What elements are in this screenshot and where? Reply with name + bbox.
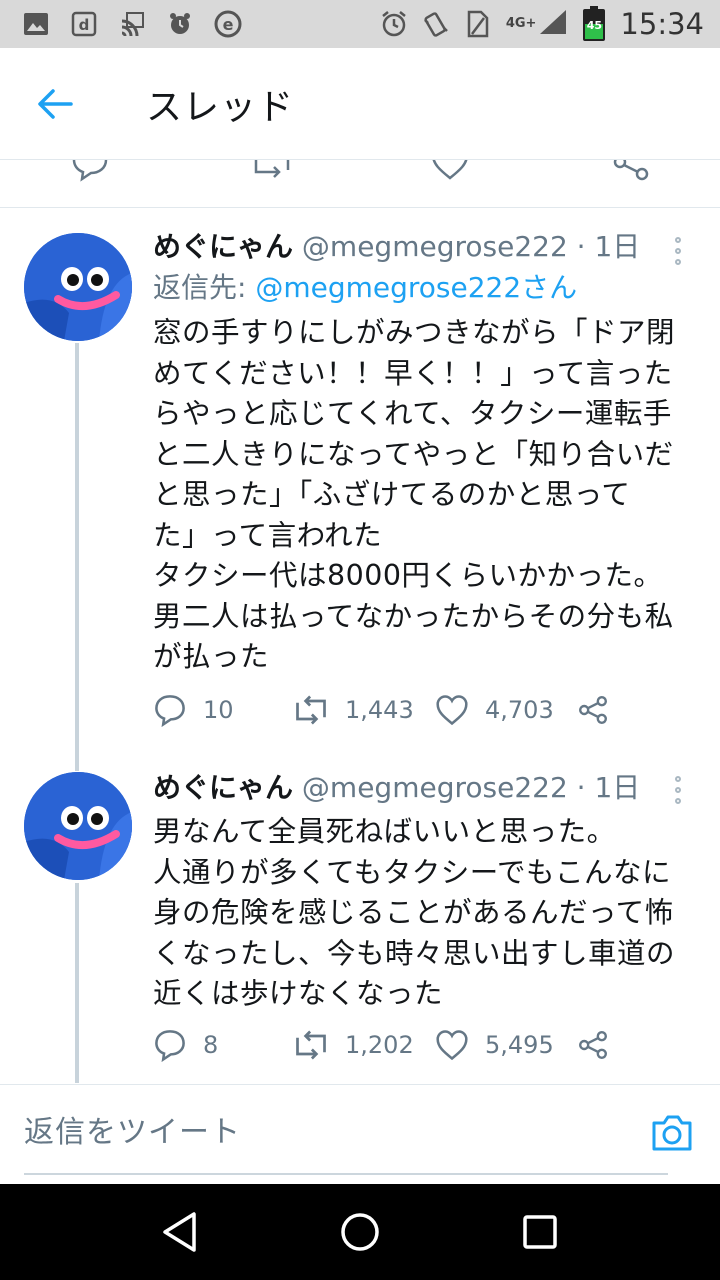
more-button[interactable] (658, 231, 698, 271)
svg-text:d: d (79, 16, 90, 34)
reply-count: 8 (203, 1031, 219, 1059)
retweet-button[interactable]: 1,443 (293, 693, 435, 727)
like-icon[interactable] (430, 160, 470, 182)
alarm-clock-icon (380, 10, 408, 38)
vibrate-icon (422, 10, 450, 38)
svg-text:e: e (223, 15, 234, 34)
reply-to-handle[interactable]: @megmegrose222さん (255, 271, 577, 304)
reply-icon[interactable] (70, 160, 110, 182)
author-handle[interactable]: @megmegrose222 (302, 771, 568, 804)
reply-input[interactable]: 返信をツイート (24, 1085, 668, 1175)
like-count: 4,703 (485, 696, 554, 724)
like-count: 5,495 (485, 1031, 554, 1059)
battery-level: 45 (586, 19, 603, 32)
retweet-icon (296, 1030, 326, 1060)
tweet-time: · 1日 (576, 230, 641, 263)
status-time: 15:34 (620, 7, 704, 41)
reply-button[interactable]: 10 (153, 693, 293, 727)
author-handle[interactable]: @megmegrose222 (302, 230, 568, 263)
tweet-text: 窓の手すりにしがみつきながら「ドア閉 めてください！！早く！！」って言った らや… (153, 316, 676, 673)
network-type: 4G+ (505, 16, 537, 31)
reply-composer: 返信をツイート (0, 1084, 720, 1184)
reply-icon (155, 1030, 185, 1062)
nav-recents-icon (523, 1215, 557, 1249)
tweet[interactable]: めぐにゃん @megmegrose222 · 1日 男なんて全員死ねばいいと思っ… (0, 750, 720, 1083)
nav-home-button[interactable] (330, 1202, 390, 1262)
previous-tweet-actions (0, 160, 720, 208)
status-bar: d e 4G+ 45 15:34 (0, 0, 720, 48)
tweet-actions: 8 1,202 5,495 (153, 1021, 609, 1069)
author-name[interactable]: めぐにゃん (153, 230, 293, 263)
reply-count: 10 (203, 696, 234, 724)
tweet-actions: 10 1,443 4,703 (153, 686, 609, 734)
tweet-time: · 1日 (576, 771, 641, 804)
like-button[interactable]: 4,703 (435, 694, 577, 726)
thread-line (75, 883, 79, 1083)
cast-icon (118, 10, 146, 38)
tweet-body: めぐにゃん @megmegrose222 · 1日 男なんて全員死ねばいいと思っ… (153, 768, 698, 1015)
reply-icon (155, 695, 185, 727)
more-icon (675, 237, 681, 243)
retweet-count: 1,202 (345, 1031, 414, 1059)
retweet-button[interactable]: 1,202 (293, 1028, 435, 1062)
retweet-icon (296, 695, 326, 725)
alarm-icon (166, 10, 194, 38)
sim-icon (464, 10, 492, 38)
like-button[interactable]: 5,495 (435, 1029, 577, 1061)
reply-to-label: 返信先: (153, 271, 247, 304)
back-arrow-icon (38, 88, 73, 119)
nav-home-icon (341, 1213, 379, 1251)
camera-button[interactable] (650, 1113, 694, 1153)
nav-back-button[interactable] (150, 1202, 210, 1262)
gallery-icon (22, 10, 50, 38)
reply-button[interactable]: 8 (153, 1028, 293, 1062)
camera-icon (652, 1115, 692, 1151)
docomo-icon: d (70, 10, 98, 38)
battery-icon: 45 (582, 6, 606, 42)
thread-line (75, 343, 79, 771)
retweet-count: 1,443 (345, 696, 414, 724)
tweet-body: めぐにゃん @megmegrose222 · 1日 返信先: @megmegro… (153, 227, 698, 678)
like-icon (436, 695, 468, 726)
avatar[interactable] (24, 233, 132, 341)
share-button[interactable] (577, 1029, 609, 1061)
page-title: スレッド (146, 86, 295, 128)
tweet-header: めぐにゃん @megmegrose222 · 1日 (153, 227, 698, 267)
reply-to: 返信先: @megmegrose222さん (153, 267, 698, 309)
share-icon[interactable] (610, 160, 650, 182)
more-button[interactable] (658, 770, 698, 810)
tweet[interactable]: めぐにゃん @megmegrose222 · 1日 返信先: @megmegro… (0, 209, 720, 771)
back-button[interactable] (0, 48, 110, 160)
system-nav-bar (0, 1184, 720, 1280)
e-icon: e (214, 10, 242, 38)
retweet-icon[interactable] (252, 160, 292, 182)
nav-back-icon (163, 1212, 196, 1252)
tweet-text: 男なんて全員死ねばいいと思った。 人通りが多くてもタクシーでもこんなに 身の危険… (153, 815, 676, 1010)
tweet-header: めぐにゃん @megmegrose222 · 1日 (153, 768, 698, 808)
share-icon (579, 1031, 607, 1059)
share-icon (579, 696, 607, 724)
nav-recents-button[interactable] (510, 1202, 570, 1262)
author-name[interactable]: めぐにゃん (153, 771, 293, 804)
more-icon (675, 776, 681, 782)
like-icon (436, 1030, 468, 1061)
avatar[interactable] (24, 772, 132, 880)
app-bar: スレッド (0, 48, 720, 160)
share-button[interactable] (577, 694, 609, 726)
signal-icon (538, 8, 568, 40)
